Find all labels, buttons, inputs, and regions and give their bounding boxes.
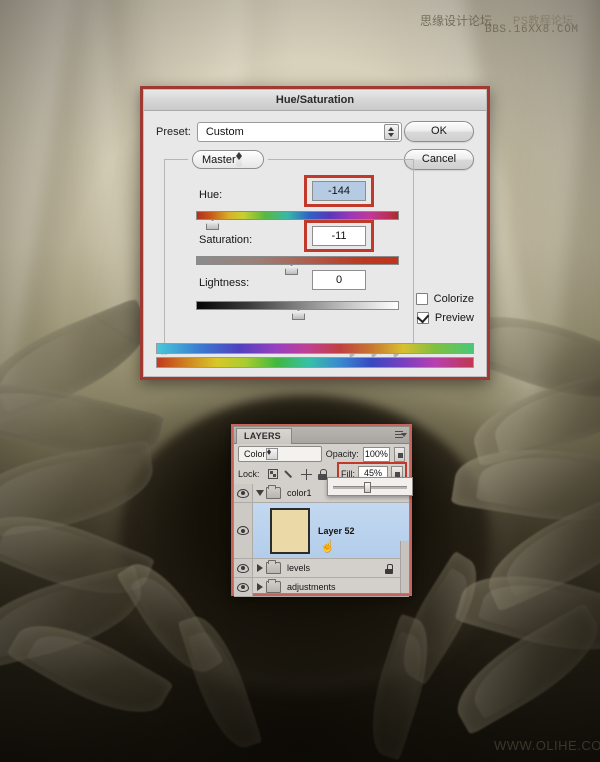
panel-menu-icon[interactable] [395, 431, 407, 440]
layers-panel-inner: LAYERS Color Opacity: 100% Lock: Fill: 4… [233, 426, 413, 597]
chevron-right-icon [256, 583, 263, 591]
lightness-value-input[interactable]: 0 [312, 270, 366, 290]
lock-position-icon[interactable] [300, 468, 312, 480]
layer-thumbnail[interactable] [270, 507, 310, 554]
preset-value: Custom [205, 126, 244, 138]
blend-mode-stepper-icon[interactable] [265, 448, 278, 460]
preview-label: Preview [434, 312, 474, 324]
lightness-gradient [196, 301, 399, 310]
channel-stepper-icon[interactable] [235, 152, 242, 167]
table-row[interactable]: adjustments [234, 578, 409, 597]
ok-button[interactable]: OK [404, 121, 474, 142]
layers-panel-tabbar: LAYERS [234, 427, 409, 444]
layer-name: levels [287, 563, 311, 573]
mouse-cursor-icon: ☝ [320, 539, 335, 553]
lock-transparent-pixels-icon[interactable] [267, 469, 278, 479]
group-disclosure-toggle[interactable] [253, 564, 266, 572]
hue-label: Hue: [199, 189, 223, 201]
layer-name: adjustments [287, 582, 336, 592]
lightness-label: Lightness: [199, 277, 250, 289]
lock-all-icon [385, 564, 393, 574]
blend-mode-value: Color [244, 449, 266, 459]
eye-icon [237, 563, 249, 573]
tab-layers[interactable]: LAYERS [236, 428, 292, 444]
layer-visibility-toggle[interactable] [234, 578, 253, 596]
layer-visibility-toggle[interactable] [234, 503, 253, 558]
fill-slider-popup[interactable] [327, 477, 413, 496]
layer-name: Layer 52 [318, 525, 355, 536]
preset-label: Preset: [156, 126, 191, 138]
eye-icon [237, 582, 249, 592]
layer-name: color1 [287, 488, 312, 498]
chevron-right-icon [256, 564, 263, 572]
lightness-slider-track[interactable] [196, 301, 399, 320]
preset-stepper-icon[interactable] [383, 124, 399, 140]
lock-label: Lock: [238, 469, 260, 479]
preset-row: Preset: Custom [156, 122, 424, 142]
lock-image-pixels-icon[interactable] [284, 469, 295, 480]
adjust-fieldset [164, 159, 414, 349]
opacity-slider-arrow-icon[interactable] [393, 446, 405, 462]
lock-icon-group [267, 468, 327, 480]
group-disclosure-toggle[interactable] [253, 490, 266, 496]
lock-all-icon[interactable] [317, 468, 327, 480]
group-disclosure-toggle[interactable] [253, 583, 266, 591]
layers-panel: LAYERS Color Opacity: 100% Lock: Fill: 4… [231, 424, 413, 597]
layer-list: color1 Layer 52 ☝ levels adjustments [234, 484, 409, 597]
dialog-titlebar: Hue/Saturation [144, 90, 486, 111]
preset-dropdown[interactable]: Custom [196, 122, 402, 142]
adjusted-hue-spectrum [156, 343, 474, 354]
dialog-body: Preset: Custom OK Cancel Master Hue: -14… [144, 111, 486, 376]
folder-icon [266, 485, 281, 499]
opacity-input[interactable]: 100% [362, 446, 390, 462]
layer-list-scrollbar[interactable] [400, 541, 409, 593]
hue-saturation-dialog: Hue/Saturation Preset: Custom OK Cancel … [140, 86, 490, 380]
channel-value: Master [202, 153, 236, 166]
blend-opacity-row: Color Opacity: 100% [234, 444, 409, 464]
layer-visibility-toggle[interactable] [234, 559, 253, 577]
cancel-button[interactable]: Cancel [404, 149, 474, 170]
channel-dropdown[interactable]: Master [192, 150, 264, 169]
saturation-value-highlight [304, 220, 374, 252]
blend-mode-dropdown[interactable]: Color [238, 446, 322, 462]
opacity-label: Opacity: [325, 449, 359, 459]
table-row[interactable]: levels [234, 559, 409, 578]
fill-slider-popup-thumb[interactable] [364, 482, 371, 493]
saturation-slider-track[interactable] [196, 256, 399, 275]
colorize-checkbox-row[interactable]: Colorize [415, 293, 474, 305]
folder-icon [266, 579, 281, 593]
folder-icon [266, 560, 281, 574]
dialog-title: Hue/Saturation [275, 94, 355, 106]
chevron-down-icon [255, 490, 264, 496]
colorize-label: Colorize [433, 293, 474, 305]
saturation-label: Saturation: [199, 234, 253, 246]
dialog-inner: Hue/Saturation Preset: Custom OK Cancel … [143, 89, 487, 377]
eye-icon [237, 526, 249, 535]
eye-icon [237, 488, 249, 498]
preview-checkbox-row[interactable]: Preview [416, 312, 474, 324]
saturation-gradient [196, 256, 399, 265]
spectrum-bars [156, 343, 474, 368]
hue-slider-track[interactable] [196, 211, 399, 230]
table-row[interactable]: Layer 52 ☝ [234, 503, 409, 559]
preview-checkbox[interactable] [416, 312, 429, 324]
colorize-checkbox[interactable] [415, 293, 428, 305]
layer-visibility-toggle[interactable] [234, 484, 253, 502]
hue-value-highlight [304, 175, 374, 207]
original-hue-spectrum [156, 357, 474, 368]
hue-gradient [196, 211, 399, 220]
